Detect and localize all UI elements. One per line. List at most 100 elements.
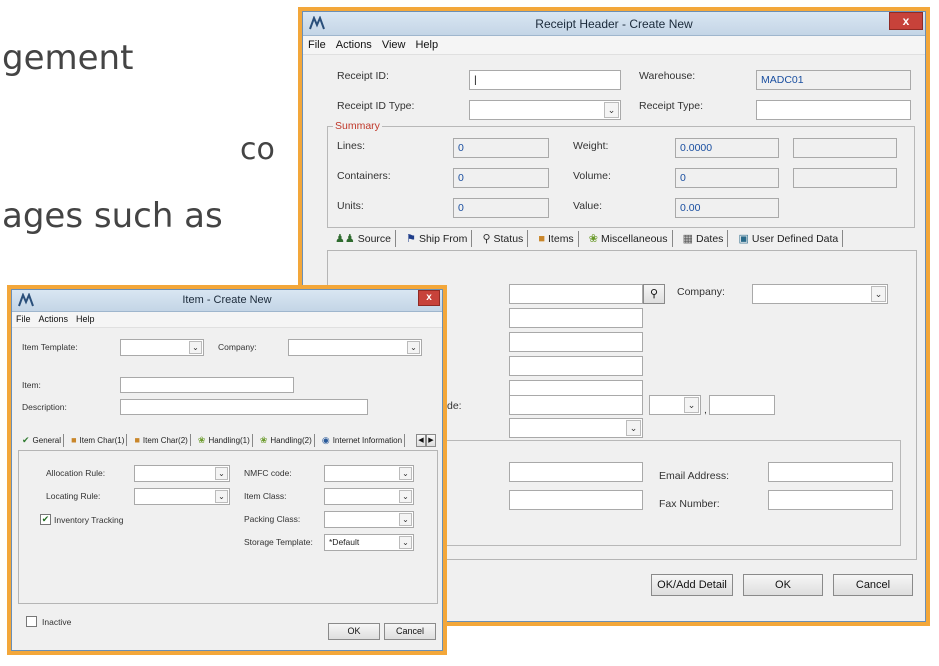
company-select[interactable]: ⌄ [752,284,888,304]
item-template-select[interactable]: ⌄ [120,339,204,356]
tab-ship-from[interactable]: ⚑ Ship From [402,230,473,247]
receipt-type-input[interactable] [756,100,911,120]
source-lookup-button[interactable]: ⚲ [643,284,665,304]
description-label: Description: [22,402,67,412]
receipt-id-input[interactable]: | [469,70,621,90]
ok-add-detail-button[interactable]: OK/Add Detail [651,574,733,596]
locating-rule-select[interactable]: ⌄ [134,488,230,505]
menu-actions[interactable]: Actions [331,36,377,54]
country-select[interactable]: ⌄ [509,418,643,438]
source-id-input[interactable] [509,284,643,304]
inactive-checkbox[interactable] [26,616,37,627]
chevron-down-icon: ⌄ [399,513,412,526]
tab-item-char-1[interactable]: ■ Item Char(1) [69,434,128,446]
contact-name-input[interactable] [509,462,643,482]
comma-separator: , [704,404,707,416]
email-address-input[interactable] [768,462,893,482]
storage-template-select[interactable]: *Default ⌄ [324,534,414,551]
menu-actions[interactable]: Actions [35,312,73,326]
warehouse-field: MADC01 [756,70,911,90]
company-label: Company: [677,286,725,298]
state-select[interactable]: ⌄ [649,395,701,415]
item-close-button[interactable]: x [418,290,440,306]
ok-button[interactable]: OK [743,574,823,596]
email-address-label: Email Address: [659,470,730,482]
tab-user-defined-data[interactable]: ▣ User Defined Data [734,230,844,247]
check-icon: ✔ [22,435,30,445]
value-label: Value: [573,200,602,212]
storage-template-label: Storage Template: [244,537,313,547]
chevron-down-icon: ⌄ [399,490,412,503]
menu-file[interactable]: File [303,36,331,54]
globe-icon: ◉ [321,435,330,445]
description-input[interactable] [120,399,368,415]
menu-view[interactable]: View [377,36,411,54]
packing-class-select[interactable]: ⌄ [324,511,414,528]
packing-class-label: Packing Class: [244,514,301,524]
inventory-tracking-checkbox[interactable]: ✔ [40,514,51,525]
tab-status[interactable]: ⚲ Status [478,230,529,247]
item-ok-button[interactable]: OK [328,623,380,640]
address-line-2-input[interactable] [509,332,643,352]
volume-unit-field [793,168,897,188]
calendar-icon: ▦ [682,233,693,245]
tab-items[interactable]: ■ Items [534,231,579,247]
receipt-tab-strip: ♟♟ Source ⚑ Ship From ⚲ Status ■ Items ❀ Misc… [331,230,846,247]
tab-internet-information[interactable]: ◉ Internet Information [320,434,406,447]
flag-icon: ⚑ [406,233,416,245]
tab-item-char-2[interactable]: ■ Item Char(2) [132,434,191,446]
postal-code-input[interactable] [509,395,643,415]
item-input[interactable] [120,377,294,393]
cancel-button[interactable]: Cancel [833,574,913,596]
book-icon: ▣ [738,233,749,245]
summary-title: Summary [333,120,382,132]
item-company-select[interactable]: ⌄ [288,339,422,356]
chevron-down-icon: ⌄ [399,467,412,480]
tab-general[interactable]: ✔ General [20,434,65,447]
window-title: Receipt Header - Create New [535,17,693,31]
tab-scroll-left-button[interactable]: ◀ [416,434,426,447]
allocation-rule-select[interactable]: ⌄ [134,465,230,482]
chevron-down-icon: ⌄ [215,490,228,503]
slide-text-fragment-3: ages such as [2,196,223,236]
chevron-right-icon: ▶ [428,437,434,444]
tab-miscellaneous[interactable]: ❀ Miscellaneous [585,230,673,247]
tab-dates[interactable]: ▦ Dates [679,230,729,247]
locating-rule-label: Locating Rule: [46,491,101,501]
menu-help[interactable]: Help [72,312,99,326]
menu-file[interactable]: File [12,312,35,326]
menu-help[interactable]: Help [410,36,443,54]
chevron-down-icon: ⌄ [626,420,641,436]
item-create-window: Item - Create New x File Actions Help Item… [11,289,443,651]
close-icon: x [902,14,910,28]
nmfc-code-label: NMFC code: [244,468,292,478]
tab-source[interactable]: ♟♟ Source [331,230,397,247]
address-line-1-input[interactable] [509,308,643,328]
weight-unit-field [793,138,897,158]
search-icon: ⚲ [649,288,659,300]
address-line-3-input[interactable] [509,356,643,376]
item-cancel-button[interactable]: Cancel [384,623,436,640]
value-field: 0.00 [675,198,779,218]
warehouse-label: Warehouse: [639,70,696,82]
tab-scroll-right-button[interactable]: ▶ [426,434,436,447]
inventory-tracking-label: Inventory Tracking [54,515,124,525]
chevron-down-icon: ⌄ [189,341,202,354]
close-icon: x [426,292,432,303]
containers-field: 0 [453,168,549,188]
postal-ext-input[interactable] [709,395,775,415]
tab-handling-2[interactable]: ❀ Handling(2) [258,434,315,447]
phone-input[interactable] [509,490,643,510]
fax-number-input[interactable] [768,490,893,510]
volume-label: Volume: [573,170,611,182]
close-button[interactable]: x [889,12,923,30]
chevron-down-icon: ⌄ [604,102,619,118]
chevron-down-icon: ⌄ [399,536,412,549]
volume-field: 0 [675,168,779,188]
nmfc-code-select[interactable]: ⌄ [324,465,414,482]
box-icon: ■ [134,435,140,445]
tab-handling-1[interactable]: ❀ Handling(1) [196,434,253,447]
receipt-id-type-select[interactable]: ⌄ [469,100,621,120]
item-class-select[interactable]: ⌄ [324,488,414,505]
units-field: 0 [453,198,549,218]
